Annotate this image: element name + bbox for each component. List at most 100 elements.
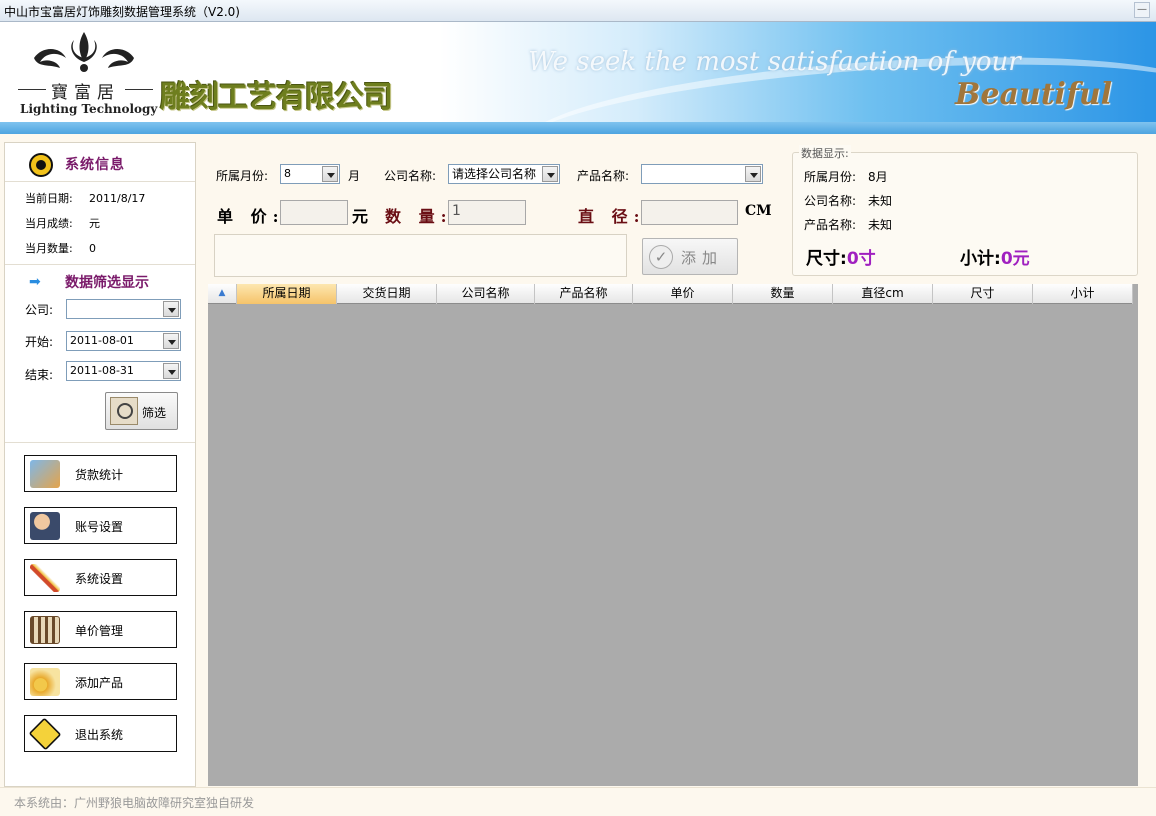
col-header-product[interactable]: 产品名称 [535, 284, 633, 304]
nav-account-settings-button[interactable]: 账号设置 [24, 507, 177, 544]
display-subtotal-value: 0元 [1000, 249, 1030, 269]
month-suffix: 月 [348, 169, 361, 183]
system-info-panel: 当前日期: 2011/8/17 当月成绩: 元 当月数量: 0 [5, 181, 195, 265]
add-button[interactable]: ✓ 添加 [642, 238, 738, 275]
month-label: 所属月份: [216, 169, 269, 183]
filter-button[interactable]: 筛选 [105, 392, 178, 430]
filter-start-label: 开始: [25, 335, 54, 349]
diameter-label: 直 径: [578, 207, 646, 226]
logo-chinese-name: 寶富居 [18, 78, 153, 103]
chevron-down-icon[interactable] [163, 333, 179, 349]
monthly-quantity-value: 0 [89, 242, 96, 255]
monthly-performance-value: 元 [89, 217, 100, 230]
nav-payment-stats-button[interactable]: 货款统计 [24, 455, 177, 492]
col-header-diameter[interactable]: 直径cm [833, 284, 933, 304]
banner-strip [0, 122, 1156, 134]
nav-system-settings-label: 系统设置 [75, 572, 124, 586]
display-month-row: 所属月份: 8月 [804, 168, 888, 185]
col-header-quantity[interactable]: 数量 [733, 284, 833, 304]
abacus-icon [30, 616, 60, 644]
records-table[interactable]: ▲ 所属日期 交货日期 公司名称 产品名称 单价 数量 直径cm 尺寸 小计 [208, 284, 1138, 786]
filter-company-select[interactable] [66, 299, 181, 319]
col-header-unit-price[interactable]: 单价 [633, 284, 733, 304]
banner: 寶富居 Lighting Technology 雕刻工艺有限公司 We seek… [0, 22, 1156, 122]
monthly-performance-row: 当月成绩: 元 [25, 215, 100, 231]
col-header-size[interactable]: 尺寸 [933, 284, 1033, 304]
row-selector-icon[interactable]: ▲ [208, 284, 237, 304]
nav-exit-button[interactable]: 退出系统 [24, 715, 177, 752]
filter-company-label: 公司: [25, 303, 54, 317]
display-product-row: 产品名称: 未知 [804, 216, 892, 233]
display-month-label: 所属月份: [804, 170, 857, 184]
minimize-button[interactable]: — [1134, 2, 1150, 18]
chevron-down-icon[interactable] [163, 301, 179, 317]
month-select[interactable]: 8 [280, 164, 340, 184]
monthly-quantity-label: 当月数量: [25, 242, 73, 255]
display-size-value: 0寸 [846, 249, 876, 269]
chevron-down-icon[interactable] [322, 166, 338, 182]
magnifier-icon [110, 397, 138, 425]
nav-add-product-button[interactable]: 添加产品 [24, 663, 177, 700]
unit-price-unit: 元 [352, 207, 375, 226]
current-date-label: 当前日期: [25, 192, 73, 205]
chevron-down-icon[interactable] [542, 166, 558, 182]
nav-payment-stats-label: 货款统计 [75, 468, 124, 482]
nav-exit-label: 退出系统 [75, 728, 124, 742]
notes-textarea[interactable] [214, 234, 627, 277]
filter-start-value: 2011-08-01 [70, 334, 134, 347]
display-subtotal: 小计:0元 [960, 244, 1030, 269]
window-title: 中山市宝富居灯饰雕刻数据管理系统（V2.0) [4, 5, 240, 19]
chevron-down-icon[interactable] [745, 166, 761, 182]
product-label: 产品名称: [577, 169, 630, 183]
add-button-label: 添加 [681, 249, 724, 267]
col-header-subtotal[interactable]: 小计 [1033, 284, 1133, 304]
display-size: 尺寸:0寸 [806, 244, 876, 269]
monthly-quantity-row: 当月数量: 0 [25, 240, 96, 256]
filter-end-date[interactable]: 2011-08-31 [66, 361, 181, 381]
display-company-value: 未知 [868, 194, 893, 208]
arrow-right-icon: ➡ [29, 274, 41, 290]
sidebar-divider [5, 442, 195, 443]
company-select[interactable]: 请选择公司名称 [448, 164, 560, 184]
quantity-input[interactable]: 1 [448, 200, 526, 225]
current-date-value: 2011/8/17 [89, 192, 146, 205]
payment-icon [30, 460, 60, 488]
main-panel: 所属月份: 8 月 公司名称: 请选择公司名称 产品名称: 单 价: 元 数 量… [208, 142, 1138, 787]
filter-end-value: 2011-08-31 [70, 364, 134, 377]
display-product-label: 产品名称: [804, 218, 857, 232]
status-bar: 本系统由：广州野狼电脑故障研究室独自研发 [0, 787, 1156, 816]
col-header-delivery-date[interactable]: 交货日期 [337, 284, 437, 304]
diameter-input[interactable] [641, 200, 738, 225]
company-value: 请选择公司名称 [452, 167, 537, 181]
nav-account-settings-label: 账号设置 [75, 520, 124, 534]
month-value: 8 [284, 167, 291, 180]
unit-price-input[interactable] [280, 200, 348, 225]
current-date-row: 当前日期: 2011/8/17 [25, 190, 145, 206]
company-name: 雕刻工艺有限公司 [160, 80, 393, 115]
display-size-label: 尺寸: [806, 249, 847, 269]
checkmark-icon: ✓ [649, 245, 673, 269]
table-header: ▲ 所属日期 交货日期 公司名称 产品名称 单价 数量 直径cm 尺寸 小计 [208, 284, 1133, 304]
display-month-value: 8月 [868, 170, 888, 184]
chevron-down-icon[interactable] [163, 363, 179, 379]
filter-start-date[interactable]: 2011-08-01 [66, 331, 181, 351]
filter-button-label: 筛选 [142, 406, 167, 420]
product-select[interactable] [641, 164, 763, 184]
col-header-date[interactable]: 所属日期 [237, 284, 337, 304]
filter-end-label: 结束: [25, 368, 54, 382]
quantity-label: 数 量: [385, 207, 453, 226]
nav-price-management-button[interactable]: 单价管理 [24, 611, 177, 648]
nav-system-settings-button[interactable]: 系统设置 [24, 559, 177, 596]
exit-sign-icon [28, 717, 62, 751]
system-info-heading: 系统信息 [65, 157, 125, 173]
monthly-performance-label: 当月成绩: [25, 217, 73, 230]
users-icon [30, 512, 60, 540]
nav-price-management-label: 单价管理 [75, 624, 124, 638]
col-header-company[interactable]: 公司名称 [437, 284, 535, 304]
diameter-unit: CM [745, 203, 772, 219]
system-info-header: 系统信息 [5, 147, 195, 179]
company-label: 公司名称: [384, 169, 437, 183]
filter-heading: 数据筛选显示 [65, 275, 149, 291]
tools-icon [30, 564, 60, 592]
filter-header: ➡ 数据筛选显示 [5, 265, 195, 297]
